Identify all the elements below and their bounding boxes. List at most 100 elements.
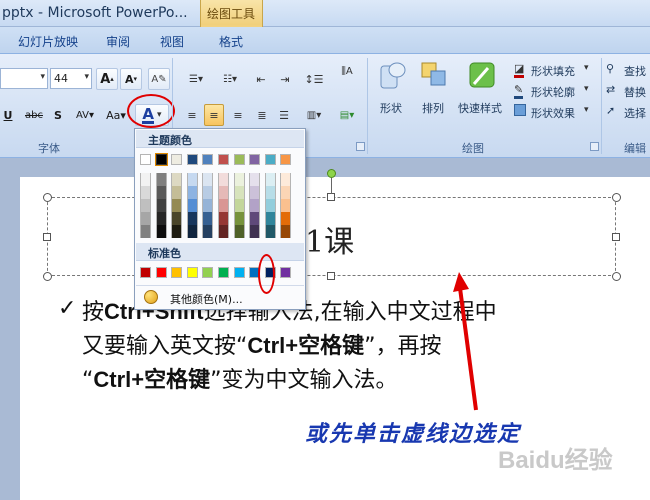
theme-shade-swatch[interactable] [140, 199, 151, 212]
theme-shade-swatch[interactable] [171, 173, 183, 186]
columns-button[interactable]: ▥▾ [300, 104, 328, 126]
theme-color-swatch[interactable] [171, 154, 183, 165]
theme-shade-swatch[interactable] [233, 186, 245, 199]
theme-shade-swatch[interactable] [171, 186, 183, 199]
theme-color-swatch[interactable] [264, 154, 276, 165]
theme-shade-swatch[interactable] [186, 186, 198, 199]
resize-handle[interactable] [612, 272, 621, 281]
theme-shade-swatch[interactable] [233, 212, 245, 225]
theme-shade-swatch[interactable] [155, 199, 167, 212]
theme-color-swatch[interactable] [154, 153, 168, 166]
theme-color-swatch[interactable] [140, 154, 151, 165]
theme-shade-swatch[interactable] [280, 173, 292, 186]
theme-shade-swatch[interactable] [140, 225, 151, 238]
resize-handle[interactable] [612, 233, 620, 241]
theme-shade-swatch[interactable] [186, 199, 198, 212]
shrink-font-button[interactable]: A ▾ [120, 68, 142, 90]
theme-color-swatch[interactable] [280, 154, 292, 165]
resize-handle[interactable] [327, 272, 335, 280]
theme-shade-swatch[interactable] [186, 225, 198, 238]
resize-handle[interactable] [327, 193, 335, 201]
tab-review[interactable]: 审阅 [106, 33, 130, 50]
font-size-combo[interactable]: 44 ▾ [50, 68, 92, 89]
theme-color-swatch[interactable] [186, 154, 198, 165]
shape-outline-button[interactable]: ✎ 形状轮廓 ▾ [514, 83, 594, 101]
replace-button[interactable]: ⇄ 替换 [606, 83, 650, 101]
numbering-button[interactable]: ☷▾ [214, 68, 246, 90]
theme-shade-swatch[interactable] [233, 225, 245, 238]
justify-button[interactable]: ≣ [252, 104, 272, 126]
char-spacing-button[interactable]: AV ▾ [70, 104, 100, 126]
theme-shade-swatch[interactable] [249, 225, 261, 238]
line-spacing-button[interactable]: ↕☰ [300, 68, 328, 90]
theme-shade-swatch[interactable] [264, 173, 276, 186]
tab-format[interactable]: 格式 [219, 33, 243, 50]
theme-shade-swatch[interactable] [264, 225, 276, 238]
rotate-handle[interactable] [327, 169, 336, 178]
theme-shade-swatch[interactable] [202, 186, 214, 199]
theme-shade-swatch[interactable] [155, 212, 167, 225]
align-left-button[interactable]: ≡ [182, 104, 202, 126]
select-button[interactable]: ➚ 选择 [606, 104, 650, 122]
theme-shade-swatch[interactable] [280, 225, 292, 238]
smartart-button[interactable]: ▤▾ [334, 104, 360, 126]
resize-handle[interactable] [43, 193, 52, 202]
theme-shade-swatch[interactable] [249, 173, 261, 186]
theme-shade-swatch[interactable] [202, 199, 214, 212]
theme-shade-swatch[interactable] [202, 212, 214, 225]
theme-shade-swatch[interactable] [249, 212, 261, 225]
standard-color-swatch[interactable] [186, 267, 198, 278]
font-name-combo[interactable]: ▾ [0, 68, 48, 89]
theme-shade-swatch[interactable] [171, 225, 183, 238]
quick-styles-button[interactable]: 快速样式 [456, 58, 510, 126]
theme-shade-swatch[interactable] [264, 186, 276, 199]
shape-fill-button[interactable]: ◪ 形状填充 ▾ [514, 62, 594, 80]
more-colors-button[interactable]: 其他颜色(M)... [136, 285, 304, 307]
theme-color-swatch[interactable] [233, 154, 245, 165]
theme-shade-swatch[interactable] [171, 199, 183, 212]
theme-shade-swatch[interactable] [140, 212, 151, 225]
grow-font-button[interactable]: A ▴ [96, 68, 118, 90]
theme-shade-swatch[interactable] [218, 225, 229, 238]
theme-shade-swatch[interactable] [218, 199, 229, 212]
theme-color-swatch[interactable] [202, 154, 214, 165]
drawing-dialog-launcher[interactable] [590, 142, 599, 151]
theme-shade-swatch[interactable] [202, 173, 214, 186]
arrange-button[interactable]: 排列 [414, 58, 454, 126]
resize-handle[interactable] [43, 233, 51, 241]
theme-color-swatch[interactable] [249, 154, 261, 165]
increase-indent-button[interactable]: ⇥ [274, 68, 296, 90]
resize-handle[interactable] [612, 193, 621, 202]
theme-shade-swatch[interactable] [218, 173, 229, 186]
text-direction-button[interactable]: ⫼A [334, 60, 360, 82]
standard-color-swatch[interactable] [280, 267, 292, 278]
theme-shade-swatch[interactable] [155, 173, 167, 186]
theme-shade-swatch[interactable] [171, 212, 183, 225]
find-button[interactable]: ⚲ 查找 [606, 62, 650, 80]
theme-shade-swatch[interactable] [218, 212, 229, 225]
standard-color-swatch[interactable] [218, 267, 229, 278]
theme-shade-swatch[interactable] [264, 199, 276, 212]
shape-button[interactable]: 形状 [374, 58, 412, 126]
align-right-button[interactable]: ≡ [228, 104, 248, 126]
change-case-button[interactable]: Aa ▾ [103, 104, 129, 126]
clear-format-button[interactable]: A✎ [148, 68, 170, 90]
theme-shade-swatch[interactable] [155, 186, 167, 199]
resize-handle[interactable] [43, 272, 52, 281]
shape-effects-button[interactable]: 形状效果 ▾ [514, 104, 594, 122]
theme-shade-swatch[interactable] [264, 212, 276, 225]
bullets-button[interactable]: ☰▾ [180, 68, 212, 90]
align-center-button[interactable]: ≡ [204, 104, 224, 126]
standard-color-swatch[interactable] [233, 267, 245, 278]
theme-shade-swatch[interactable] [140, 173, 151, 186]
theme-shade-swatch[interactable] [202, 225, 214, 238]
shadow-button[interactable]: S [50, 104, 66, 126]
theme-shade-swatch[interactable] [155, 225, 167, 238]
underline-button[interactable]: U [0, 104, 16, 126]
theme-shade-swatch[interactable] [233, 199, 245, 212]
standard-color-swatch[interactable] [140, 267, 151, 278]
theme-color-swatch[interactable] [218, 154, 229, 165]
theme-shade-swatch[interactable] [140, 186, 151, 199]
theme-shade-swatch[interactable] [218, 186, 229, 199]
standard-color-swatch[interactable] [155, 267, 167, 278]
